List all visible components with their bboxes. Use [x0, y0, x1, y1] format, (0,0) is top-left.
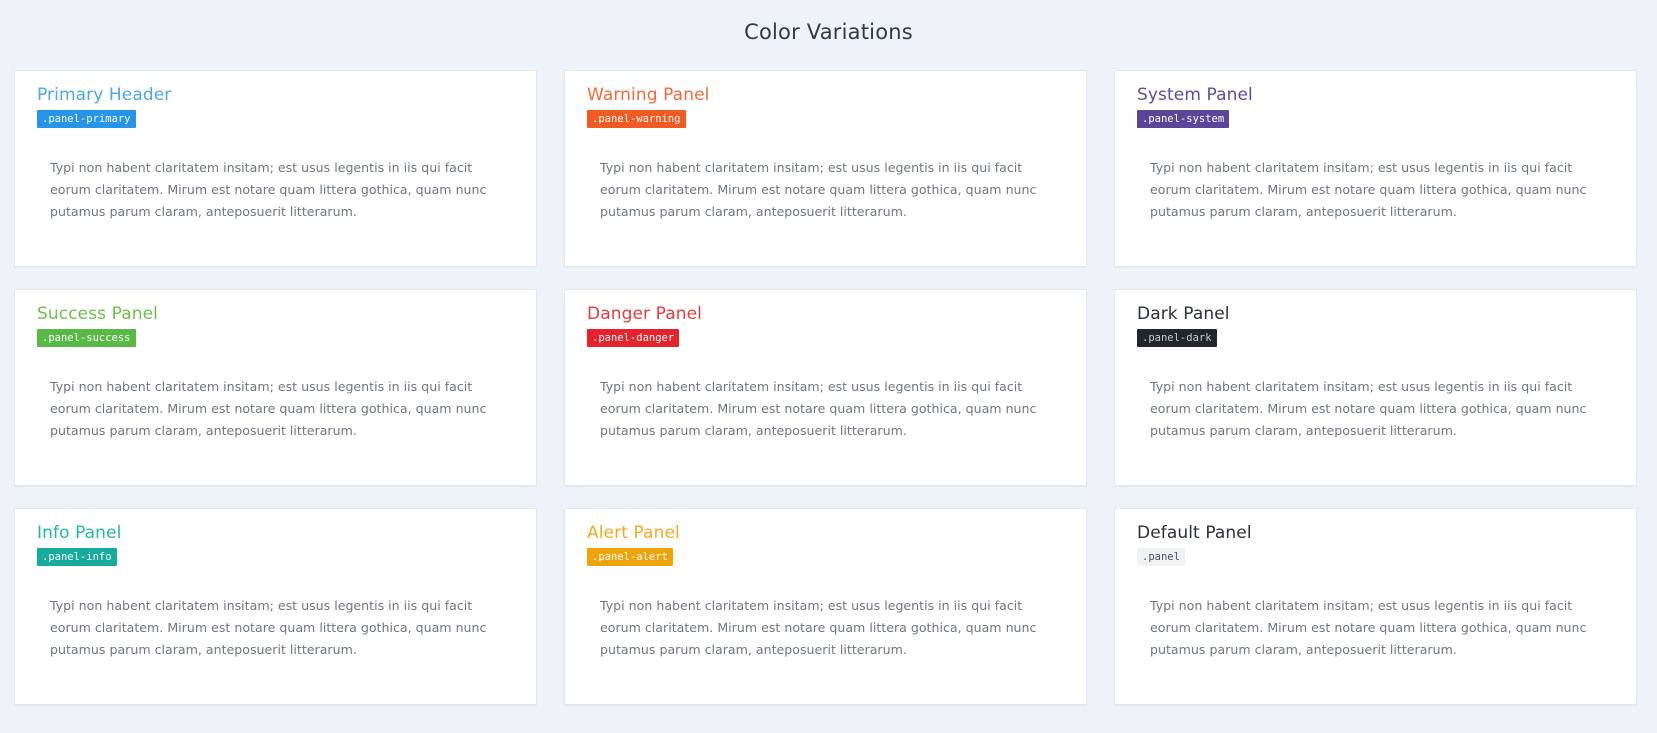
panel-info: Info Panel .panel-info Typi non habent c… [14, 508, 537, 705]
panel-title: Danger Panel [587, 304, 702, 324]
panel-primary: Primary Header .panel-primary Typi non h… [14, 70, 537, 267]
panel-warning: Warning Panel .panel-warning Typi non ha… [564, 70, 1087, 267]
panel-class-badge: .panel-danger [587, 329, 680, 347]
panel-alert: Alert Panel .panel-alert Typi non habent… [564, 508, 1087, 705]
panel-class-badge: .panel-info [37, 548, 117, 566]
panel-success: Success Panel .panel-success Typi non ha… [14, 289, 537, 486]
panel-dark: Dark Panel .panel-dark Typi non habent c… [1114, 289, 1637, 486]
panel-class-badge: .panel-alert [587, 548, 673, 566]
panel-body-text: Typi non habent claritatem insitam; est … [50, 598, 487, 657]
panel-title: Default Panel [1137, 523, 1252, 543]
panel-body-text: Typi non habent claritatem insitam; est … [50, 160, 487, 219]
panel-body-text: Typi non habent claritatem insitam; est … [1150, 379, 1587, 438]
panel-title: Dark Panel [1137, 304, 1230, 324]
panel-body-text: Typi non habent claritatem insitam; est … [1150, 598, 1587, 657]
panel-class-badge: .panel-warning [587, 110, 686, 128]
panel-class-badge: .panel-success [37, 329, 136, 347]
panel-system: System Panel .panel-system Typi non habe… [1114, 70, 1637, 267]
panel-body-text: Typi non habent claritatem insitam; est … [600, 379, 1037, 438]
panel-grid: Primary Header .panel-primary Typi non h… [14, 70, 1637, 705]
panel-body-text: Typi non habent claritatem insitam; est … [1150, 160, 1587, 219]
panel-title: Warning Panel [587, 85, 710, 105]
panel-class-badge: .panel-dark [1137, 329, 1217, 347]
panel-body-text: Typi non habent claritatem insitam; est … [600, 160, 1037, 219]
panel-class-badge: .panel [1137, 548, 1185, 566]
panel-title: System Panel [1137, 85, 1253, 105]
panel-class-badge: .panel-system [1137, 110, 1230, 128]
panel-danger: Danger Panel .panel-danger Typi non habe… [564, 289, 1087, 486]
panel-body-text: Typi non habent claritatem insitam; est … [50, 379, 487, 438]
panel-title: Info Panel [37, 523, 122, 543]
panel-title: Primary Header [37, 85, 172, 105]
panel-title: Success Panel [37, 304, 158, 324]
panel-title: Alert Panel [587, 523, 680, 543]
panel-default: Default Panel .panel Typi non habent cla… [1114, 508, 1637, 705]
page-title: Color Variations [744, 20, 913, 44]
panel-body-text: Typi non habent claritatem insitam; est … [600, 598, 1037, 657]
panel-class-badge: .panel-primary [37, 110, 136, 128]
